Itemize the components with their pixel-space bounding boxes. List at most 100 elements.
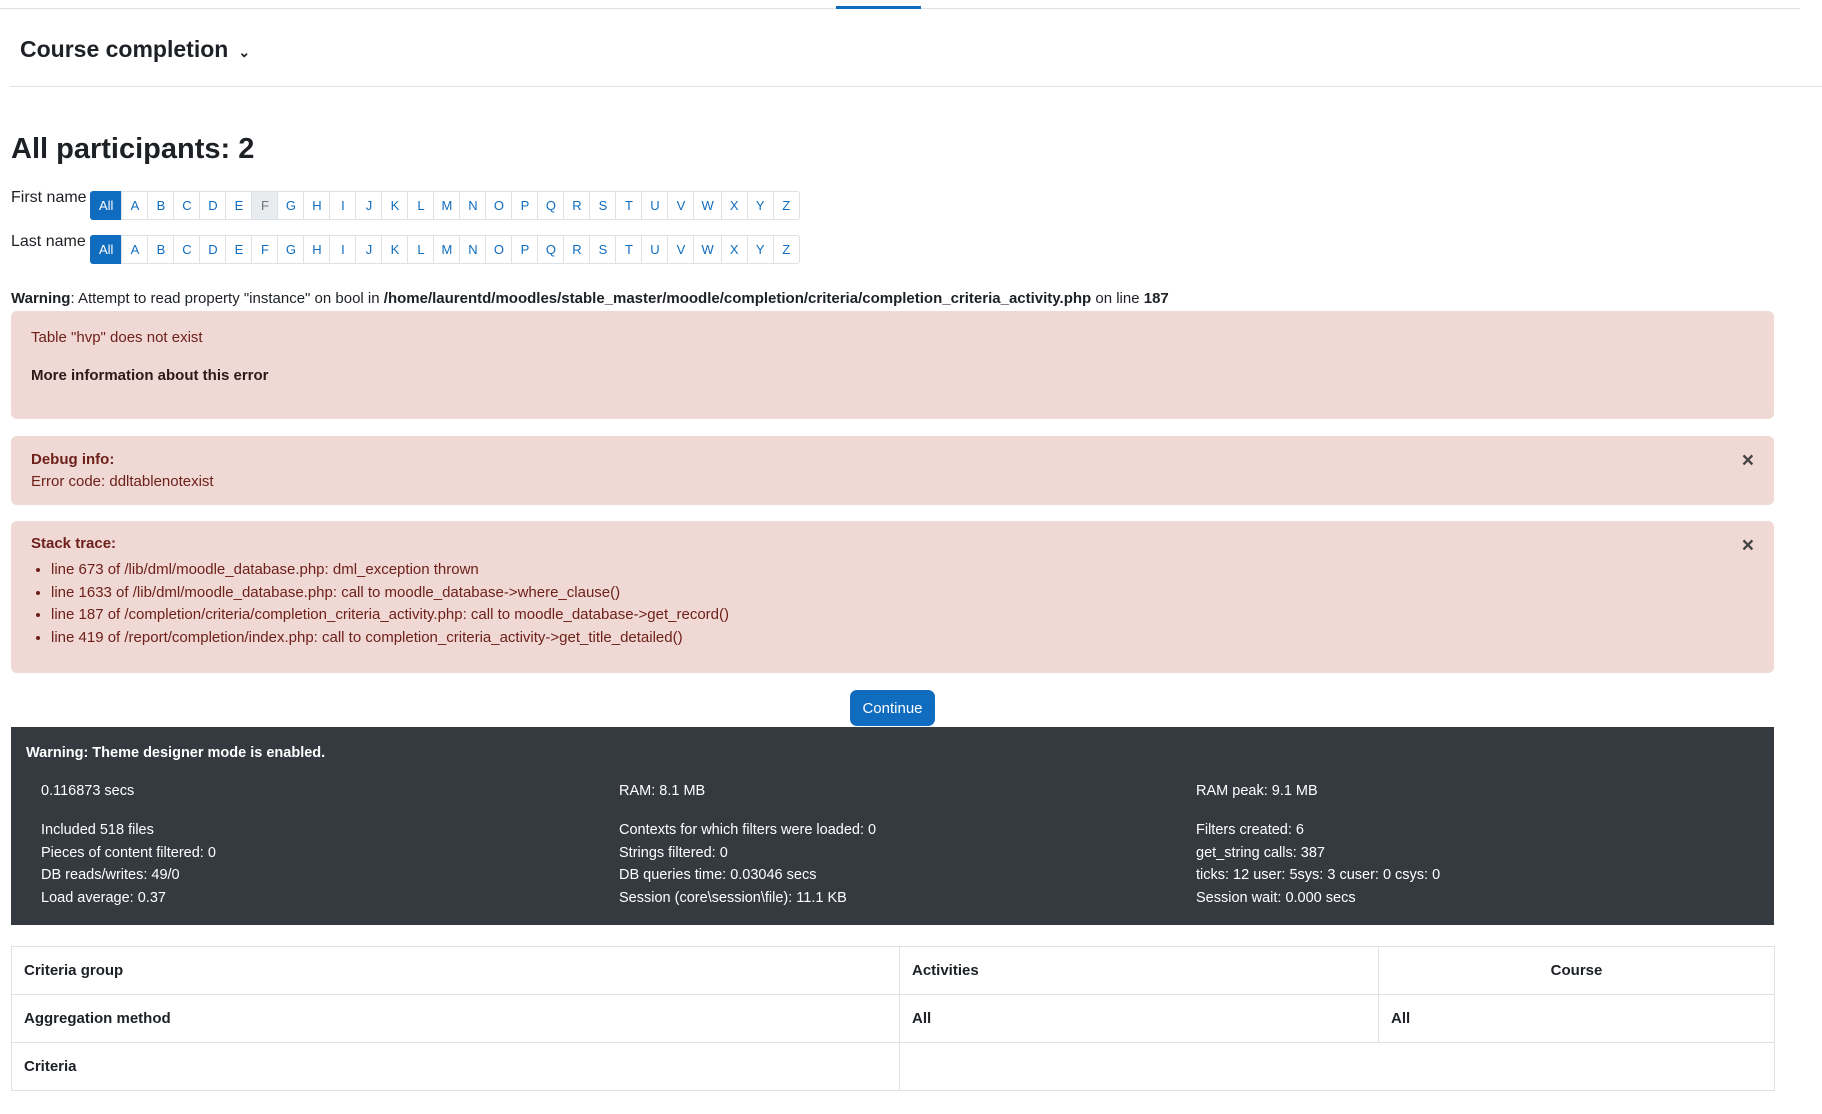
perf-ram: RAM: 8.1 MB	[619, 783, 706, 799]
debug-code: Error code: ddltablenotexist	[31, 473, 214, 490]
stack-item: line 187 of /completion/criteria/complet…	[51, 604, 729, 627]
first-name-letter-t[interactable]: T	[615, 191, 643, 220]
first-name-letter-all[interactable]: All	[90, 191, 123, 220]
first-name-letter-y[interactable]: Y	[746, 191, 774, 220]
last-name-letter-z[interactable]: Z	[772, 235, 800, 264]
first-name-letter-f[interactable]: F	[251, 191, 279, 220]
last-name-letter-f[interactable]: F	[251, 235, 279, 264]
stack-list: line 673 of /lib/dml/moodle_database.php…	[11, 559, 729, 649]
last-name-letter-r[interactable]: R	[563, 235, 591, 264]
participants-heading: All participants: 2	[11, 133, 255, 165]
last-name-letter-c[interactable]: C	[173, 235, 201, 264]
stack-item: line 419 of /report/completion/index.php…	[51, 627, 729, 650]
first-name-letter-e[interactable]: E	[225, 191, 253, 220]
chevron-down-icon: ⌄	[238, 44, 251, 60]
last-name-letter-g[interactable]: G	[277, 235, 305, 264]
perf-item: Session (core\session\file): 11.1 KB	[619, 889, 847, 906]
perf-item: ticks: 12 user: 5sys: 3 cuser: 0 csys: 0	[1196, 867, 1441, 883]
close-icon[interactable]: ×	[1742, 450, 1754, 471]
last-name-initials-bar: Last name All A B C D E F G H I J K L M N O P Q R S T U V W X Y Z	[11, 233, 800, 264]
last-name-letter-u[interactable]: U	[641, 235, 669, 264]
debug-info-alert: Debug info: Error code: ddltablenotexist…	[11, 436, 1774, 505]
table-cell: Criteria group	[11, 946, 900, 995]
perf-item: Pieces of content filtered: 0	[41, 844, 216, 861]
first-name-initials-bar: First name All A B C D E F G H I J K L M N O P Q R S T U V W X Y Z	[11, 189, 800, 220]
perf-time: 0.116873 secs	[41, 783, 135, 799]
warning-text: : Attempt to read property "instance" on…	[70, 290, 384, 307]
first-name-letter-u[interactable]: U	[641, 191, 669, 220]
stack-trace-alert: Stack trace: line 673 of /lib/dml/moodle…	[11, 521, 1774, 673]
first-name-letter-w[interactable]: W	[693, 191, 722, 220]
warning-path: /home/laurentd/moodles/stable_master/moo…	[383, 290, 1092, 307]
last-name-letter-t[interactable]: T	[615, 235, 643, 264]
perf-col1: Included 518 files Pieces of content fil…	[41, 819, 216, 909]
first-name-letter-q[interactable]: Q	[537, 191, 565, 220]
perf-item: Included 518 files	[41, 822, 154, 838]
table-row: Criteria group Activities Course	[11, 946, 1775, 995]
first-name-letter-p[interactable]: P	[511, 191, 539, 220]
last-name-letter-a[interactable]: A	[121, 235, 149, 264]
last-name-letter-n[interactable]: N	[459, 235, 487, 264]
table-cell: Course	[1378, 946, 1775, 995]
warning-line: 187	[1143, 290, 1169, 307]
last-name-letter-h[interactable]: H	[303, 235, 331, 264]
php-warning: Warning: Attempt to read property "insta…	[11, 290, 1169, 307]
first-name-letter-v[interactable]: V	[667, 191, 695, 220]
first-name-letter-d[interactable]: D	[199, 191, 227, 220]
last-name-letter-w[interactable]: W	[693, 235, 722, 264]
last-name-letter-p[interactable]: P	[511, 235, 539, 264]
stack-item: line 1633 of /lib/dml/moodle_database.ph…	[51, 582, 729, 605]
last-name-letter-all[interactable]: All	[90, 235, 123, 264]
last-name-letter-x[interactable]: X	[720, 235, 748, 264]
last-name-letter-m[interactable]: M	[433, 235, 461, 264]
first-name-letter-n[interactable]: N	[459, 191, 487, 220]
table-cell: Activities	[899, 946, 1379, 995]
last-name-letter-j[interactable]: J	[355, 235, 383, 264]
perf-col3: Filters created: 6 get_string calls: 387…	[1196, 819, 1440, 909]
last-name-letter-v[interactable]: V	[667, 235, 695, 264]
last-name-letter-o[interactable]: O	[485, 235, 513, 264]
first-name-letter-a[interactable]: A	[121, 191, 149, 220]
warning-text-mid: on line	[1091, 290, 1144, 307]
last-name-letter-l[interactable]: L	[407, 235, 435, 264]
first-name-letter-j[interactable]: J	[355, 191, 383, 220]
perf-item: Strings filtered: 0	[619, 844, 728, 861]
perf-item: Contexts for which filters were loaded: …	[619, 822, 877, 838]
perf-item: Filters created: 6	[1196, 822, 1304, 838]
first-name-letter-c[interactable]: C	[173, 191, 201, 220]
first-name-letter-h[interactable]: H	[303, 191, 331, 220]
perf-item: Session wait: 0.000 secs	[1196, 889, 1356, 906]
first-name-letter-s[interactable]: S	[589, 191, 617, 220]
table-cell	[899, 1042, 1775, 1091]
last-name-letter-s[interactable]: S	[589, 235, 617, 264]
first-name-letter-o[interactable]: O	[485, 191, 513, 220]
more-info-link[interactable]: More information about this error	[31, 367, 269, 384]
table-cell: All	[1378, 994, 1775, 1043]
first-name-letter-m[interactable]: M	[433, 191, 461, 220]
table-cell: Criteria	[11, 1042, 900, 1091]
error-message: Table "hvp" does not exist	[31, 329, 203, 346]
first-name-letter-x[interactable]: X	[720, 191, 748, 220]
last-name-letter-i[interactable]: I	[329, 235, 357, 264]
course-completion-dropdown[interactable]: Course completion ⌄	[20, 36, 250, 63]
first-name-letter-r[interactable]: R	[563, 191, 591, 220]
last-name-letter-q[interactable]: Q	[537, 235, 565, 264]
last-name-letter-k[interactable]: K	[381, 235, 409, 264]
continue-button[interactable]: Continue	[850, 690, 935, 726]
first-name-letter-l[interactable]: L	[407, 191, 435, 220]
first-name-letter-k[interactable]: K	[381, 191, 409, 220]
active-tab-indicator	[836, 6, 921, 9]
first-name-letter-z[interactable]: Z	[772, 191, 800, 220]
close-icon[interactable]: ×	[1742, 535, 1754, 556]
last-name-letter-d[interactable]: D	[199, 235, 227, 264]
stack-title: Stack trace:	[31, 535, 117, 552]
first-name-letter-g[interactable]: G	[277, 191, 305, 220]
theme-designer-warning: Warning: Theme designer mode is enabled.	[26, 745, 326, 761]
perf-ram-peak: RAM peak: 9.1 MB	[1196, 783, 1318, 799]
last-name-letter-e[interactable]: E	[225, 235, 253, 264]
last-name-letter-y[interactable]: Y	[746, 235, 774, 264]
first-name-label: First name	[11, 189, 87, 206]
last-name-letter-b[interactable]: B	[147, 235, 175, 264]
first-name-letter-i[interactable]: I	[329, 191, 357, 220]
first-name-letter-b[interactable]: B	[147, 191, 175, 220]
